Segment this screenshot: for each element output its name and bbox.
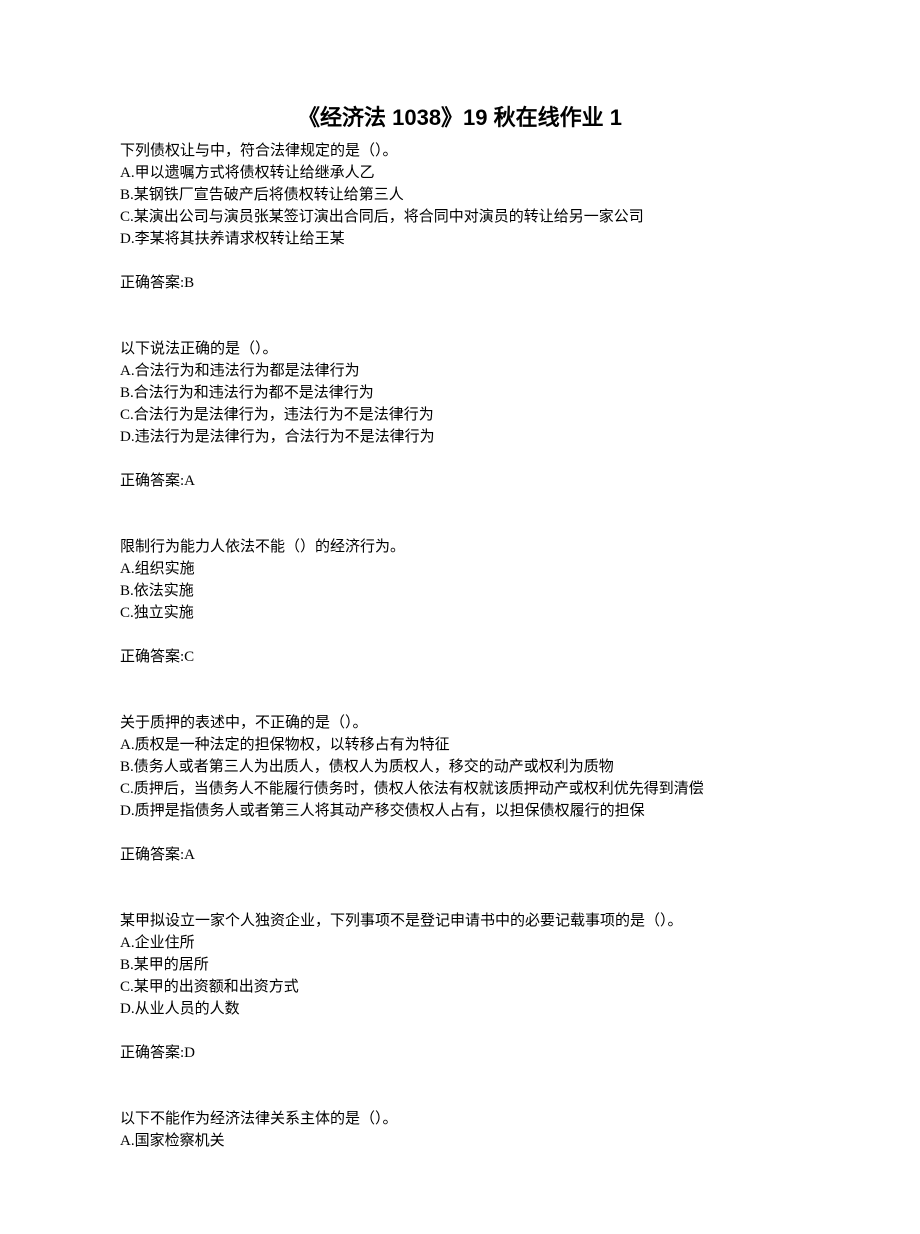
- option-b: B.合法行为和违法行为都不是法律行为: [120, 382, 800, 404]
- option-c: C.独立实施: [120, 602, 800, 624]
- answer-text: 正确答案:A: [120, 844, 800, 866]
- option-b: B.某钢铁厂宣告破产后将债权转让给第三人: [120, 184, 800, 206]
- question-5: 某甲拟设立一家个人独资企业，下列事项不是登记申请书中的必要记载事项的是（）。 A…: [120, 910, 800, 1064]
- option-a: A.质权是一种法定的担保物权，以转移占有为特征: [120, 734, 800, 756]
- spacer: [120, 690, 800, 712]
- question-stem: 以下不能作为经济法律关系主体的是（）。: [120, 1108, 800, 1130]
- option-d: D.违法行为是法律行为，合法行为不是法律行为: [120, 426, 800, 448]
- option-b: B.债务人或者第三人为出质人，债权人为质权人，移交的动产或权利为质物: [120, 756, 800, 778]
- answer-text: 正确答案:C: [120, 646, 800, 668]
- question-stem: 某甲拟设立一家个人独资企业，下列事项不是登记申请书中的必要记载事项的是（）。: [120, 910, 800, 932]
- option-c: C.某甲的出资额和出资方式: [120, 976, 800, 998]
- option-a: A.甲以遗嘱方式将债权转让给继承人乙: [120, 162, 800, 184]
- option-c: C.合法行为是法律行为，违法行为不是法律行为: [120, 404, 800, 426]
- option-a: A.组织实施: [120, 558, 800, 580]
- option-a: A.合法行为和违法行为都是法律行为: [120, 360, 800, 382]
- option-a: A.企业住所: [120, 932, 800, 954]
- question-6: 以下不能作为经济法律关系主体的是（）。 A.国家检察机关: [120, 1108, 800, 1152]
- option-a: A.国家检察机关: [120, 1130, 800, 1152]
- option-c: C.某演出公司与演员张某签订演出合同后，将合同中对演员的转让给另一家公司: [120, 206, 800, 228]
- question-4: 关于质押的表述中，不正确的是（）。 A.质权是一种法定的担保物权，以转移占有为特…: [120, 712, 800, 866]
- document-page: 《经济法 1038》19 秋在线作业 1 下列债权让与中，符合法律规定的是（）。…: [0, 0, 920, 1234]
- question-stem: 限制行为能力人依法不能（）的经济行为。: [120, 536, 800, 558]
- option-b: B.依法实施: [120, 580, 800, 602]
- question-stem: 关于质押的表述中，不正确的是（）。: [120, 712, 800, 734]
- spacer: [120, 888, 800, 910]
- option-b: B.某甲的居所: [120, 954, 800, 976]
- spacer: [120, 316, 800, 338]
- option-c: C.质押后，当债务人不能履行债务时，债权人依法有权就该质押动产或权利优先得到清偿: [120, 778, 800, 800]
- spacer: [120, 514, 800, 536]
- question-2: 以下说法正确的是（）。 A.合法行为和违法行为都是法律行为 B.合法行为和违法行…: [120, 338, 800, 492]
- question-stem: 下列债权让与中，符合法律规定的是（）。: [120, 140, 800, 162]
- answer-text: 正确答案:B: [120, 272, 800, 294]
- answer-text: 正确答案:D: [120, 1042, 800, 1064]
- question-1: 下列债权让与中，符合法律规定的是（）。 A.甲以遗嘱方式将债权转让给继承人乙 B…: [120, 140, 800, 294]
- spacer: [120, 1086, 800, 1108]
- option-d: D.质押是指债务人或者第三人将其动产移交债权人占有，以担保债权履行的担保: [120, 800, 800, 822]
- question-stem: 以下说法正确的是（）。: [120, 338, 800, 360]
- answer-text: 正确答案:A: [120, 470, 800, 492]
- option-d: D.从业人员的人数: [120, 998, 800, 1020]
- page-title: 《经济法 1038》19 秋在线作业 1: [120, 100, 800, 132]
- option-d: D.李某将其扶养请求权转让给王某: [120, 228, 800, 250]
- question-3: 限制行为能力人依法不能（）的经济行为。 A.组织实施 B.依法实施 C.独立实施…: [120, 536, 800, 668]
